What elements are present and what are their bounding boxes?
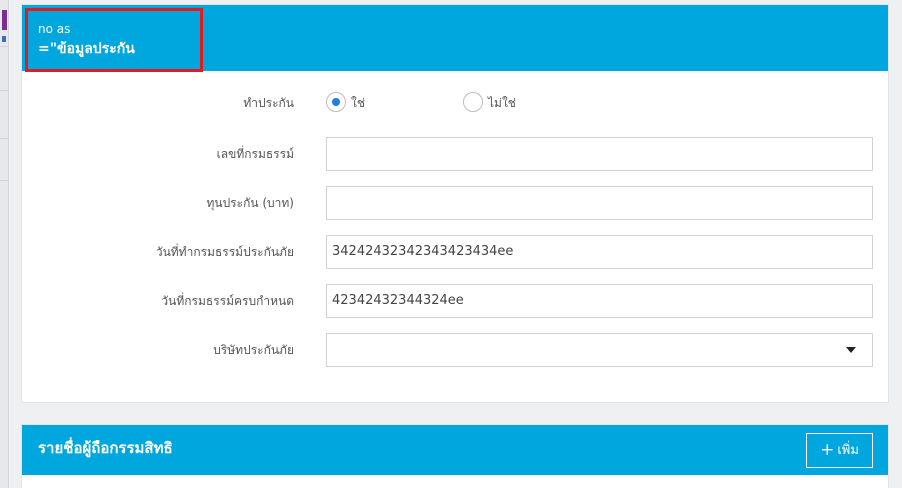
add-owner-button[interactable]: + เพิ่ม — [806, 433, 873, 468]
policy-end-date-label: วันที่กรมธรรม์ครบกำหนด — [161, 294, 294, 308]
owners-panel-title: รายชื่อผู้ถือกรรมสิทธิ — [38, 439, 173, 457]
radio-selected-dot — [332, 98, 340, 106]
insurance-company-select[interactable] — [326, 333, 873, 367]
radio-yes-label[interactable]: ใช่ — [351, 86, 365, 120]
form-row-sum-insured: ทุนประกัน (บาท) — [22, 186, 888, 220]
insurance-panel-header: no as ="ข้อมูลประกัน — [22, 5, 888, 72]
panel-title: ="ข้อมูลประกัน — [38, 41, 135, 57]
background-divider — [0, 90, 9, 91]
background-sidebar-strip — [0, 0, 9, 488]
background-divider — [0, 46, 9, 47]
background-divider — [0, 138, 9, 139]
policy-start-date-label: วันที่ทำกรมธรรม์ประกันภัย — [155, 245, 294, 259]
policy-number-label: เลขที่กรมธรรม์ — [216, 147, 294, 161]
insurance-company-label: บริษัทประกันภัย — [213, 343, 294, 357]
background-logo-fragment — [2, 10, 7, 30]
insurance-info-panel: no as ="ข้อมูลประกัน ทำประกัน ใช่ ไม่ใช่… — [21, 4, 889, 403]
sum-insured-input[interactable] — [326, 186, 873, 220]
owners-panel: รายชื่อผู้ถือกรรมสิทธิ + เพิ่ม — [21, 424, 889, 488]
form-row-policy-end-date: วันที่กรมธรรม์ครบกำหนด 42342432344324ee — [22, 284, 888, 318]
policy-number-input[interactable] — [326, 137, 873, 171]
background-logo-fragment-2 — [2, 36, 6, 42]
radio-no[interactable] — [463, 92, 483, 112]
radio-no-label[interactable]: ไม่ใช่ — [488, 86, 516, 120]
sum-insured-label: ทุนประกัน (บาท) — [206, 196, 294, 210]
form-row-policy-number: เลขที่กรมธรรม์ — [22, 137, 888, 171]
background-divider — [0, 180, 9, 181]
insured-label: ทำประกัน — [243, 96, 294, 110]
plus-icon: + — [820, 440, 835, 460]
radio-yes[interactable] — [326, 92, 346, 112]
add-button-label: เพิ่ม — [837, 443, 859, 458]
dropdown-arrow-icon — [846, 347, 856, 353]
form-row-insurance-company: บริษัทประกันภัย — [22, 333, 888, 367]
owners-panel-header: รายชื่อผู้ถือกรรมสิทธิ + เพิ่ม — [22, 425, 888, 475]
policy-end-date-input[interactable]: 42342432344324ee — [326, 284, 873, 318]
panel-header-line1: no as — [38, 22, 71, 36]
form-row-insured: ทำประกัน ใช่ ไม่ใช่ — [22, 86, 888, 120]
form-row-policy-start-date: วันที่ทำกรมธรรม์ประกันภัย 34242432342343… — [22, 235, 888, 269]
policy-start-date-input[interactable]: 34242432342343423434ee — [326, 235, 873, 269]
